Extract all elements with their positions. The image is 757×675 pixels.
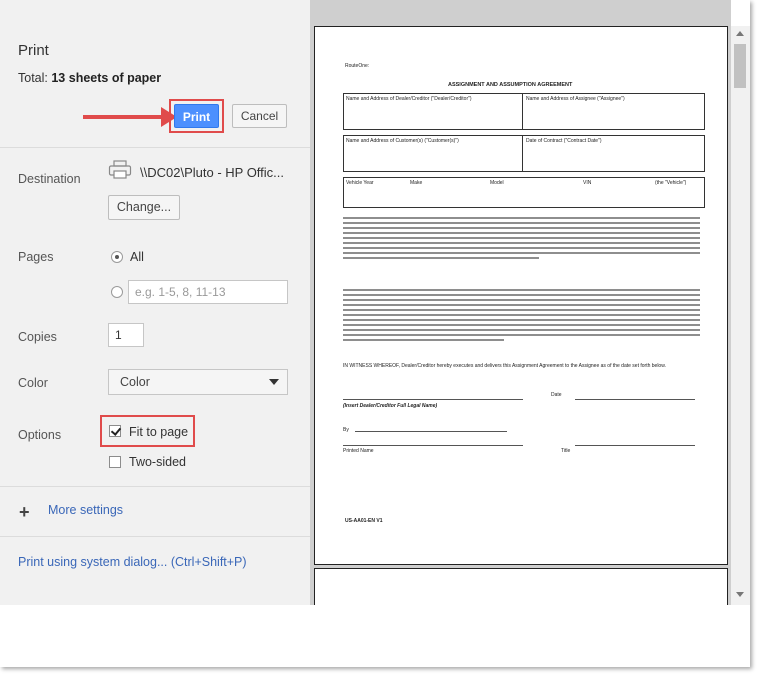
- two-sided-checkbox[interactable]: [109, 456, 121, 468]
- printer-icon: [108, 160, 132, 179]
- color-select[interactable]: Color: [108, 369, 288, 395]
- rule: [343, 171, 705, 172]
- divider: [0, 536, 310, 537]
- contract-date-field: Date of Contract ("Contract Date"): [526, 138, 602, 144]
- rule: [343, 93, 705, 94]
- rule: [343, 135, 705, 136]
- vehicle-model-field: Model: [490, 180, 504, 186]
- rule: [704, 135, 705, 171]
- route-label: RouteOne:: [345, 63, 370, 69]
- rule: [575, 445, 695, 446]
- total-value: 13 sheets of paper: [51, 71, 162, 85]
- destination-label: Destination: [18, 172, 81, 186]
- pages-all-label: All: [130, 250, 144, 264]
- fit-to-page-checkbox[interactable]: [109, 425, 121, 437]
- scroll-up-icon[interactable]: [736, 31, 744, 36]
- rule: [343, 207, 705, 208]
- print-preview[interactable]: RouteOne: ASSIGNMENT AND ASSUMPTION AGRE…: [311, 0, 731, 605]
- pages-custom-radio[interactable]: [111, 286, 123, 298]
- printed-name-label: Printed Name: [343, 448, 374, 454]
- divider: [0, 147, 310, 148]
- vehicle-year-field: Vehicle Year: [346, 180, 374, 186]
- rule: [343, 177, 344, 207]
- rule: [704, 93, 705, 129]
- color-selected-value: Color: [120, 375, 150, 389]
- copies-label: Copies: [18, 330, 57, 344]
- color-label: Color: [18, 376, 48, 390]
- system-dialog-link[interactable]: Print using system dialog... (Ctrl+Shift…: [18, 555, 247, 569]
- rule: [522, 93, 523, 129]
- dialog-footer: [0, 605, 750, 667]
- chevron-down-icon: [269, 379, 279, 385]
- pages-all-radio[interactable]: [111, 251, 123, 263]
- rule: [343, 399, 523, 400]
- preview-scrollbar[interactable]: [731, 26, 750, 605]
- annotation-arrow: [83, 115, 163, 119]
- more-settings-link[interactable]: More settings: [48, 503, 123, 517]
- rule: [355, 431, 507, 432]
- rule: [343, 93, 344, 129]
- rule: [522, 135, 523, 171]
- preview-page: RouteOne: ASSIGNMENT AND ASSUMPTION AGRE…: [314, 26, 728, 565]
- plus-icon[interactable]: +: [19, 503, 30, 521]
- rule: [343, 135, 344, 171]
- panel-title: Print: [18, 42, 49, 59]
- vehicle-make-field: Make: [410, 180, 423, 186]
- dealer-field: Name and Address of Dealer/Creditor ("De…: [346, 96, 472, 102]
- two-sided-label: Two-sided: [129, 455, 186, 469]
- rule: [343, 129, 705, 130]
- change-destination-button[interactable]: Change...: [108, 195, 180, 220]
- vehicle-vin-field: VIN: [583, 180, 592, 186]
- vehicle-label-field: (the "Vehicle"): [655, 180, 687, 186]
- total-sheets: Total: 13 sheets of paper: [18, 71, 161, 85]
- pages-label: Pages: [18, 250, 54, 264]
- title-label: Title: [561, 448, 571, 454]
- assignee-field: Name and Address of Assignee ("Assignee"…: [526, 96, 625, 102]
- rule: [704, 177, 705, 207]
- paragraph-1: [343, 217, 700, 262]
- options-label: Options: [18, 428, 62, 442]
- scroll-thumb[interactable]: [734, 44, 746, 88]
- pages-custom-input[interactable]: [128, 280, 288, 304]
- paragraph-2: [343, 289, 700, 344]
- print-settings-panel: Print Total: 13 sheets of paper Print Ca…: [0, 0, 311, 605]
- fit-to-page-label: Fit to page: [129, 425, 189, 439]
- date-label: Date: [551, 392, 562, 398]
- form-code: US-AA01-EN V1: [345, 518, 383, 524]
- witness-paragraph: IN WITNESS WHEREOF, Dealer/Creditor here…: [343, 363, 666, 369]
- preview-page-2: [314, 568, 728, 605]
- by-label: By: [343, 427, 349, 433]
- divider: [0, 486, 310, 487]
- print-button[interactable]: Print: [174, 104, 219, 128]
- scroll-down-icon[interactable]: [736, 592, 744, 597]
- rule: [343, 445, 523, 446]
- insert-name-label: (Insert Dealer/Creditor Full Legal Name): [343, 403, 438, 409]
- total-prefix: Total:: [18, 71, 52, 85]
- print-dialog-window: Print Total: 13 sheets of paper Print Ca…: [0, 0, 750, 667]
- copies-input[interactable]: [108, 323, 144, 347]
- rule: [575, 399, 695, 400]
- customer-field: Name and Address of Customer(s) ("Custom…: [346, 138, 459, 144]
- rule: [343, 177, 705, 178]
- document-heading: ASSIGNMENT AND ASSUMPTION AGREEMENT: [448, 82, 573, 88]
- destination-printer: \\DC02\Pluto - HP Offic...: [140, 165, 285, 180]
- cancel-button[interactable]: Cancel: [232, 104, 287, 128]
